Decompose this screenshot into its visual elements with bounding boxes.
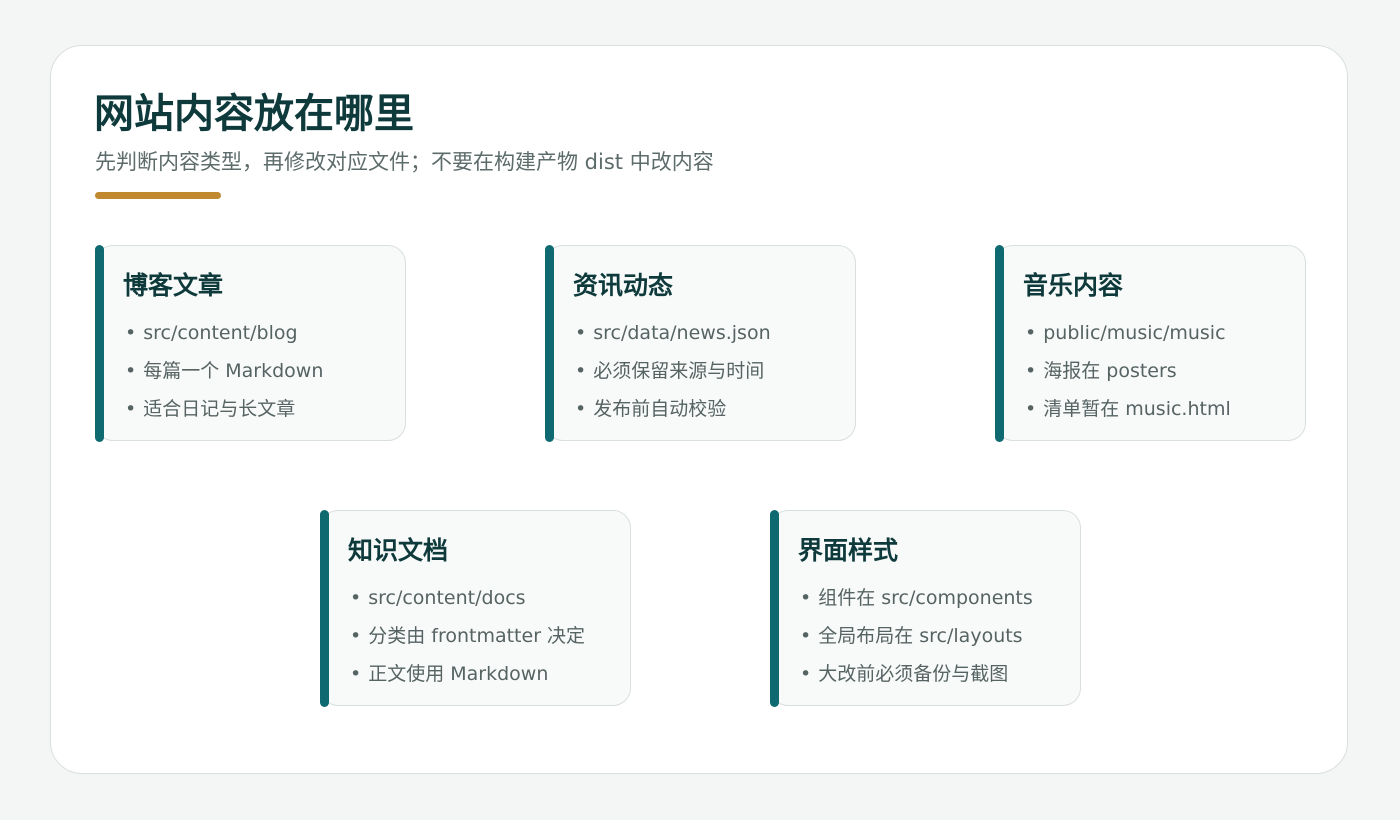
card-styles: 界面样式 • 组件在 src/components • 全局布局在 src/layo… [769, 509, 1081, 707]
list-item-text: 每篇一个 Markdown [143, 360, 324, 382]
list-item: • 全局布局在 src/layouts [800, 617, 1033, 655]
bullet-icon: • [575, 360, 587, 382]
bullet-icon: • [800, 663, 812, 685]
bullet-icon: • [800, 587, 812, 609]
bullet-icon: • [1025, 398, 1037, 420]
list-item: • 大改前必须备份与截图 [800, 655, 1033, 693]
list-item-text: src/content/docs [368, 587, 526, 609]
list-item: • src/content/docs [350, 579, 585, 617]
bullet-icon: • [800, 625, 812, 647]
card-accent-stripe [319, 509, 329, 707]
page-title: 网站内容放在哪里 [94, 91, 414, 137]
list-item-text: 必须保留来源与时间 [593, 360, 765, 382]
list-item-text: 全局布局在 src/layouts [818, 625, 1023, 647]
card-accent-stripe [994, 244, 1004, 442]
list-item: • 必须保留来源与时间 [575, 352, 771, 390]
card-title: 资讯动态 [573, 271, 674, 300]
card-blog: 博客文章 • src/content/blog • 每篇一个 Markdown • 适… [94, 244, 406, 442]
list-item-text: 组件在 src/components [818, 587, 1033, 609]
list-item-text: 清单暂在 music.html [1043, 398, 1231, 420]
list-item: • 分类由 frontmatter 决定 [350, 617, 585, 655]
bullet-icon: • [350, 625, 362, 647]
card-title: 知识文档 [348, 536, 449, 565]
list-item-text: public/music/music [1043, 322, 1226, 344]
list-item: • 清单暂在 music.html [1025, 390, 1231, 428]
list-item-text: src/content/blog [143, 322, 298, 344]
card-news: 资讯动态 • src/data/news.json • 必须保留来源与时间 • 发布前… [544, 244, 856, 442]
bullet-icon: • [350, 587, 362, 609]
bullet-icon: • [125, 398, 137, 420]
page-subtitle: 先判断内容类型，再修改对应文件；不要在构建产物 dist 中改内容 [95, 150, 714, 174]
list-item: • 海报在 posters [1025, 352, 1231, 390]
list-item: • src/data/news.json [575, 314, 771, 352]
card-item-list: • src/data/news.json • 必须保留来源与时间 • 发布前自动校验 [575, 314, 771, 428]
card-music: 音乐内容 • public/music/music • 海报在 posters • 清… [994, 244, 1306, 442]
list-item-text: 分类由 frontmatter 决定 [368, 625, 586, 647]
card-title: 博客文章 [123, 271, 224, 300]
list-item-text: 发布前自动校验 [593, 398, 727, 420]
bullet-icon: • [575, 322, 587, 344]
card-item-list: • 组件在 src/components • 全局布局在 src/layouts •… [800, 579, 1033, 693]
list-item: • src/content/blog [125, 314, 323, 352]
list-item: • 发布前自动校验 [575, 390, 771, 428]
list-item-text: 适合日记与长文章 [143, 398, 296, 420]
card-title: 音乐内容 [1023, 271, 1124, 300]
card-title: 界面样式 [798, 536, 899, 565]
card-accent-stripe [94, 244, 104, 442]
bullet-icon: • [575, 398, 587, 420]
bullet-icon: • [125, 360, 137, 382]
card-accent-stripe [769, 509, 779, 707]
list-item: • 每篇一个 Markdown [125, 352, 323, 390]
list-item: • 适合日记与长文章 [125, 390, 323, 428]
card-accent-stripe [544, 244, 554, 442]
bullet-icon: • [1025, 322, 1037, 344]
title-accent-bar [95, 192, 221, 199]
list-item-text: 正文使用 Markdown [368, 663, 549, 685]
card-docs: 知识文档 • src/content/docs • 分类由 frontmatter … [319, 509, 631, 707]
bullet-icon: • [350, 663, 362, 685]
list-item-text: src/data/news.json [593, 322, 771, 344]
list-item: • 正文使用 Markdown [350, 655, 585, 693]
card-item-list: • src/content/blog • 每篇一个 Markdown • 适合日记与长… [125, 314, 323, 428]
card-item-list: • public/music/music • 海报在 posters • 清单暂在 m… [1025, 314, 1231, 428]
bullet-icon: • [1025, 360, 1037, 382]
card-item-list: • src/content/docs • 分类由 frontmatter 决定 • 正… [350, 579, 585, 693]
bullet-icon: • [125, 322, 137, 344]
list-item-text: 大改前必须备份与截图 [818, 663, 1009, 685]
list-item: • 组件在 src/components [800, 579, 1033, 617]
list-item: • public/music/music [1025, 314, 1231, 352]
list-item-text: 海报在 posters [1043, 360, 1177, 382]
